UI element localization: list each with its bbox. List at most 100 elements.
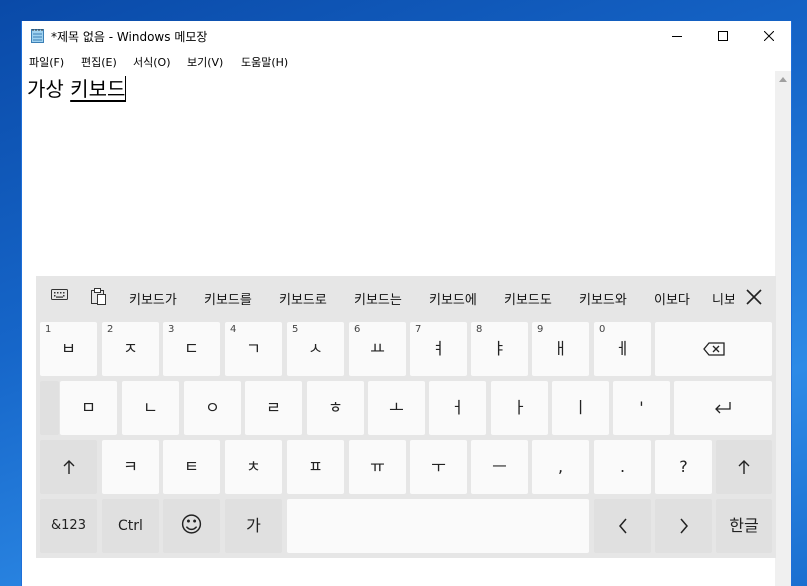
right-arrow-key[interactable] (655, 499, 712, 553)
suggestion-9[interactable]: 니보 (712, 289, 734, 307)
key-u[interactable]: ㅜ (410, 440, 467, 494)
key-label: ㅅ (308, 339, 323, 358)
suggestion-7[interactable]: 키보드와 (579, 289, 627, 308)
enter-icon (715, 402, 731, 414)
suggestion-2[interactable]: 키보드를 (204, 289, 252, 308)
backspace-icon (702, 342, 725, 356)
enter-key[interactable] (674, 381, 772, 435)
key-comma[interactable]: , (532, 440, 589, 494)
key-label: ㅍ (308, 457, 323, 476)
key-label: ㅜ (431, 457, 446, 476)
menu-view[interactable]: 보기(V) (187, 54, 223, 70)
key-ng[interactable]: ㅇ (184, 381, 241, 435)
key-label: ㅇ (205, 398, 220, 417)
symbols-key[interactable]: &123 (40, 499, 97, 553)
key-g[interactable]: 4ㄱ (225, 322, 282, 376)
key-i[interactable]: ㅣ (552, 381, 609, 435)
key-label: ㅔ (615, 339, 630, 358)
menu-format[interactable]: 서식(O) (133, 54, 170, 70)
key-j[interactable]: 2ㅈ (102, 322, 159, 376)
key-label: Ctrl (118, 518, 143, 534)
shift-up-arrow-icon (738, 460, 750, 474)
key-label: ㄹ (266, 398, 281, 417)
suggestion-5[interactable]: 키보드에 (429, 289, 477, 308)
key-label: ㅁ (81, 398, 96, 417)
editor-composing-text: 키보드 (70, 77, 126, 101)
key-s[interactable]: 5ㅅ (287, 322, 344, 376)
menu-help[interactable]: 도움말(H) (241, 54, 288, 70)
key-yo[interactable]: 6ㅛ (349, 322, 406, 376)
key-label: ㅡ (492, 457, 507, 476)
suggestion-3[interactable]: 키보드로 (279, 289, 327, 308)
suggestion-1[interactable]: 키보드가 (129, 289, 177, 308)
key-label: ㅏ (512, 398, 527, 417)
scroll-up-icon[interactable] (779, 77, 787, 82)
keyboard-settings-icon[interactable] (51, 288, 69, 302)
clipboard-icon[interactable] (91, 288, 107, 305)
key-label: ㅈ (123, 339, 138, 358)
keyboard-close-icon[interactable] (744, 288, 764, 306)
language-key[interactable]: 가 (225, 499, 282, 553)
key-k[interactable]: ㅋ (102, 440, 159, 494)
key-label: ㅌ (184, 457, 199, 476)
key-label: ㅛ (370, 339, 385, 358)
key-eu[interactable]: ㅡ (471, 440, 528, 494)
key-d[interactable]: 3ㄷ (163, 322, 220, 376)
key-apostrophe[interactable]: ' (613, 381, 670, 435)
key-e[interactable]: 0ㅔ (594, 322, 651, 376)
key-ya[interactable]: 8ㅑ (471, 322, 528, 376)
key-label: ㅗ (389, 398, 404, 417)
key-label: ㅣ (573, 398, 588, 417)
key-b[interactable]: 1ㅂ (40, 322, 97, 376)
key-label: ㄴ (143, 398, 158, 417)
key-label: , (557, 457, 564, 476)
suggestion-8[interactable]: 이보다 (654, 289, 690, 308)
emoji-key[interactable]: ☺ (163, 499, 220, 553)
key-label: ㅠ (370, 457, 385, 476)
suggestion-6[interactable]: 키보드도 (504, 289, 552, 308)
key-label: &123 (51, 518, 86, 533)
ctrl-key[interactable]: Ctrl (102, 499, 159, 553)
maximize-button[interactable] (700, 21, 746, 51)
notepad-icon (31, 29, 44, 43)
shift-up-arrow-icon (63, 460, 74, 474)
key-m[interactable]: ㅁ (60, 381, 117, 435)
key-yu[interactable]: ㅠ (349, 440, 406, 494)
menu-edit[interactable]: 편집(E) (81, 54, 117, 70)
key-h[interactable]: ㅎ (307, 381, 364, 435)
key-p[interactable]: ㅍ (287, 440, 344, 494)
shift-key-right[interactable] (716, 440, 772, 494)
left-arrow-key[interactable] (594, 499, 651, 553)
key-question[interactable]: ? (655, 440, 712, 494)
key-ae[interactable]: 9ㅐ (532, 322, 589, 376)
key-label: ㅑ (492, 339, 507, 358)
key-label: ㅂ (61, 339, 76, 358)
space-key[interactable] (287, 499, 589, 553)
key-label: ㄱ (246, 339, 261, 358)
key-eo[interactable]: ㅓ (429, 381, 486, 435)
key-a[interactable]: ㅏ (491, 381, 548, 435)
key-period[interactable]: . (594, 440, 651, 494)
menu-file[interactable]: 파일(F) (29, 54, 64, 70)
menu-bar: 파일(F) 편집(E) 서식(O) 보기(V) 도움말(H) (22, 51, 791, 71)
title-bar[interactable]: *제목 없음 - Windows 메모장 (22, 21, 791, 51)
shift-key-left[interactable] (40, 440, 97, 494)
key-label: ' (639, 398, 644, 417)
key-ch[interactable]: ㅊ (225, 440, 282, 494)
key-spacer (40, 381, 59, 435)
key-o[interactable]: ㅗ (368, 381, 425, 435)
vertical-scrollbar[interactable] (775, 71, 791, 586)
suggestion-4[interactable]: 키보드는 (354, 289, 402, 308)
key-r[interactable]: ㄹ (245, 381, 302, 435)
key-n[interactable]: ㄴ (122, 381, 179, 435)
close-button[interactable] (746, 21, 792, 51)
hangul-toggle-key[interactable]: 한글 (716, 499, 772, 553)
minimize-button[interactable] (654, 21, 700, 51)
window-title: *제목 없음 - Windows 메모장 (51, 30, 208, 44)
key-label: ㅕ (431, 339, 446, 358)
maximize-icon (718, 31, 728, 41)
key-label: 가 (246, 516, 261, 535)
backspace-key[interactable] (655, 322, 772, 376)
key-yeo[interactable]: 7ㅕ (410, 322, 467, 376)
key-t[interactable]: ㅌ (163, 440, 220, 494)
